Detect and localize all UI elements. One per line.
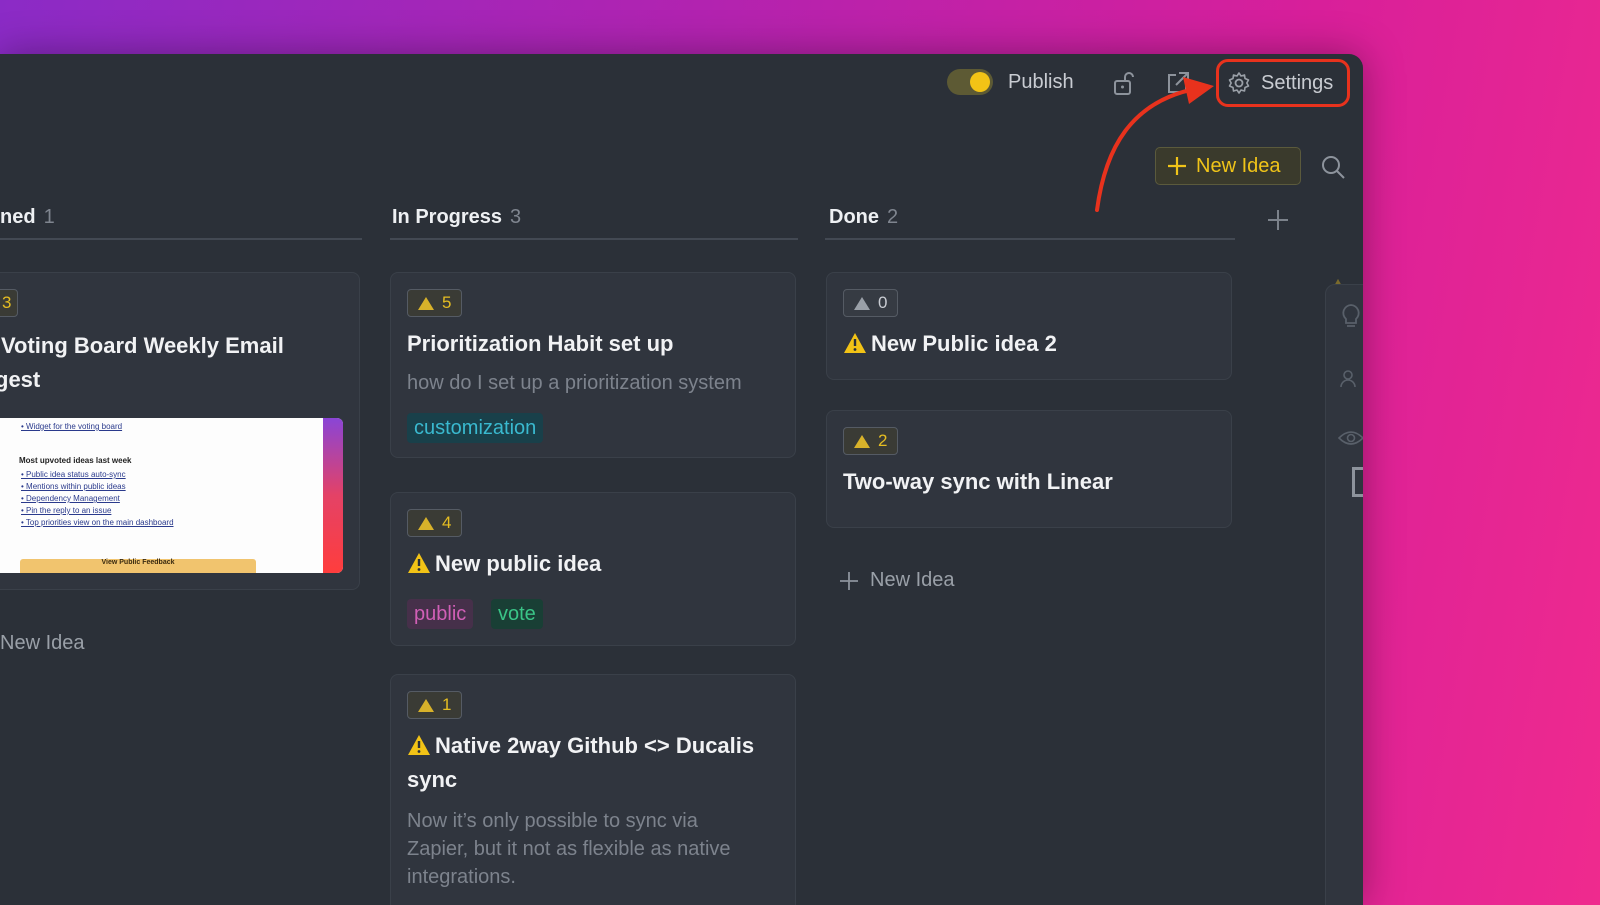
card-title: Two-way sync with Linear [843, 469, 1113, 494]
new-idea-button[interactable]: New Idea [1155, 147, 1301, 185]
plus-icon [840, 571, 858, 590]
preview-line: • Widget for the voting board [21, 422, 123, 431]
add-idea-done[interactable]: New Idea [838, 569, 955, 592]
add-idea-label: New Idea [0, 632, 85, 654]
preview-line: • Pin the reply to an issue [21, 506, 112, 515]
card-two-way-sync-linear[interactable]: 2 Two-way sync with Linear [826, 410, 1232, 528]
warning-icon [408, 553, 430, 573]
publish-label: Publish [1008, 71, 1074, 93]
card-title: New Public idea 2 [843, 327, 1215, 361]
card-title: New public idea [407, 547, 779, 581]
column-title: Done [829, 206, 879, 228]
add-idea-planned[interactable]: New Idea [0, 632, 85, 655]
vote-count: 0 [878, 293, 888, 312]
email-preview-image: • Widget for the voting board Most upvot… [0, 418, 343, 573]
toggle-knob [970, 72, 990, 92]
add-column-plus-icon[interactable] [1266, 208, 1290, 232]
card-voting-board-email[interactable]: 3 Voting Board Weekly Email gest • Widge… [0, 272, 360, 590]
settings-label: Settings [1261, 71, 1334, 94]
card-title-text: New Public idea 2 [871, 331, 1057, 356]
lightbulb-icon [1342, 304, 1360, 327]
desc-line: Now it’s only possible to sync via [407, 810, 698, 832]
card-description: how do I set up a prioritization system [407, 372, 742, 394]
publish-toggle[interactable] [947, 69, 993, 95]
card-title-text: New public idea [435, 551, 602, 576]
upvote-icon [854, 296, 870, 310]
card-description: Now it’s only possible to sync via Zapie… [407, 807, 779, 891]
vote-count: 2 [878, 431, 888, 450]
tag-customization[interactable]: customization [407, 413, 544, 443]
vote-count: 4 [442, 513, 452, 532]
column-header-done: Done 2 [825, 206, 1235, 240]
users-icon [1340, 370, 1356, 388]
upvote-icon [418, 296, 434, 310]
panel-content [1325, 284, 1363, 905]
vote-badge[interactable]: 0 [843, 289, 899, 317]
preview-line: • Mentions within public ideas [21, 482, 126, 491]
vote-count: 5 [442, 293, 452, 312]
app-window: Publish Settings New Idea ned 1 In Progr… [0, 54, 1363, 905]
card-title-line2: gest [0, 367, 41, 392]
tag-vote[interactable]: vote [491, 599, 543, 629]
card-title-text: Native 2way Github <> Ducalis [435, 733, 755, 758]
eye-icon [1338, 431, 1363, 445]
upvote-icon [418, 516, 434, 530]
vote-count: 1 [442, 695, 452, 714]
card-title-line1: Voting Board Weekly Email [1, 333, 284, 358]
preview-cta-label: View Public Feedback [101, 559, 175, 566]
settings-button[interactable]: Settings [1216, 59, 1350, 107]
desc-line: integrations. [407, 866, 516, 888]
card-title: Prioritization Habit set up [407, 331, 674, 356]
preview-line: • Top priorities view on the main dashbo… [21, 518, 174, 527]
column-title: In Progress [392, 206, 503, 228]
new-idea-label: New Idea [1196, 154, 1281, 177]
card-title: Native 2way Github <> Ducalis sync [407, 729, 779, 797]
preview-accent-stripe [323, 418, 343, 573]
vote-badge[interactable]: 1 [407, 691, 463, 719]
upvote-icon [418, 698, 434, 712]
vote-badge[interactable]: 2 [843, 427, 899, 455]
add-idea-label: New Idea [870, 569, 955, 591]
column-header-planned: ned 1 [0, 206, 362, 240]
preview-cta-button: View Public Feedback [20, 559, 256, 573]
search-icon[interactable] [1320, 154, 1346, 180]
gear-icon [1228, 72, 1250, 94]
vote-badge[interactable]: 3 [0, 289, 19, 317]
idea-detail-panel [1295, 206, 1363, 905]
lock-open-icon[interactable] [1110, 70, 1136, 96]
card-title-line2: sync [407, 767, 458, 792]
warning-icon [408, 735, 430, 755]
preview-line: • Public idea status auto-sync [21, 470, 126, 479]
card-native-github-sync[interactable]: 1 Native 2way Github <> Ducalis sync Now… [390, 674, 796, 905]
tag-public[interactable]: public [407, 599, 474, 629]
column-header-in-progress: In Progress 3 [390, 206, 798, 240]
upvote-icon [854, 434, 870, 448]
desc-line: Zapier, but it not as flexible as native [407, 838, 731, 860]
column-title: ned [0, 206, 36, 228]
vote-count: 3 [2, 293, 12, 312]
card-title: Voting Board Weekly Email gest [0, 329, 343, 397]
column-count: 2 [887, 206, 899, 228]
column-count: 3 [510, 206, 522, 228]
preview-heading: Most upvoted ideas last week [19, 456, 132, 465]
vote-badge[interactable]: 5 [407, 289, 463, 317]
external-link-icon[interactable] [1165, 70, 1191, 96]
card-prioritization-habit[interactable]: 5 Prioritization Habit set up how do I s… [390, 272, 796, 458]
card-new-public-idea[interactable]: 4 New public idea public vote [390, 492, 796, 646]
vote-badge[interactable]: 4 [407, 509, 463, 537]
column-count: 1 [43, 206, 55, 228]
panel-block [1352, 467, 1363, 497]
plus-icon [1168, 157, 1186, 175]
warning-icon [844, 333, 866, 353]
preview-line: • Dependency Management [21, 494, 120, 503]
card-new-public-idea-2[interactable]: 0 New Public idea 2 [826, 272, 1232, 380]
